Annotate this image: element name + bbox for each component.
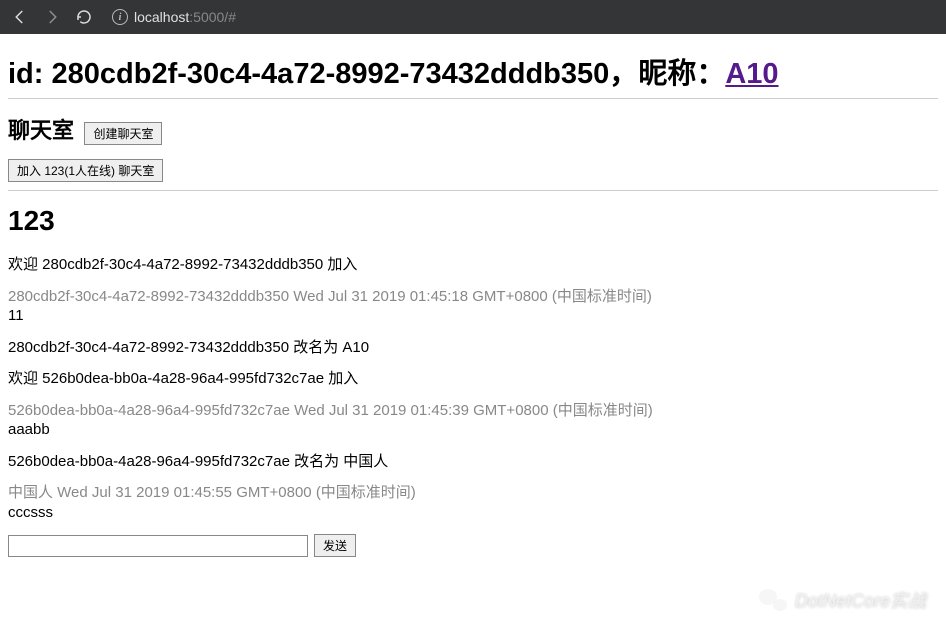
system-message: 欢迎 280cdb2f-30c4-4a72-8992-73432dddb350 … [8, 255, 938, 275]
chatroom-section: 聊天室 创建聊天室 [8, 113, 938, 145]
system-message: 280cdb2f-30c4-4a72-8992-73432dddb350 改名为… [8, 338, 938, 358]
id-value: 280cdb2f-30c4-4a72-8992-73432dddb350 [52, 58, 610, 90]
message-body: 11 [8, 306, 938, 326]
address-bar[interactable]: i localhost:5000/# [112, 9, 236, 25]
reload-button[interactable] [72, 5, 96, 29]
send-button[interactable]: 发送 [314, 534, 356, 557]
watermark: DotNetCore实战 [759, 587, 926, 613]
info-icon: i [112, 9, 128, 25]
message-meta: 280cdb2f-30c4-4a72-8992-73432dddb350 Wed… [8, 288, 652, 305]
forward-button[interactable] [40, 5, 64, 29]
message-meta: 526b0dea-bb0a-4a28-96a4-995fd732c7ae Wed… [8, 402, 653, 419]
watermark-text: DotNetCore实战 [795, 587, 926, 613]
input-row: 发送 [8, 534, 938, 557]
nickname-label: 昵称： [638, 58, 725, 90]
url-host: localhost [134, 9, 189, 25]
page-content: id: 280cdb2f-30c4-4a72-8992-73432dddb350… [0, 34, 946, 565]
divider [8, 190, 938, 191]
system-message: 欢迎 526b0dea-bb0a-4a28-96a4-995fd732c7ae … [8, 369, 938, 389]
message-body: cccsss [8, 503, 938, 523]
sep: ， [609, 58, 638, 90]
divider [8, 98, 938, 99]
chat-message: 中国人 Wed Jul 31 2019 01:45:55 GMT+0800 (中… [8, 483, 938, 522]
chat-message: 526b0dea-bb0a-4a28-96a4-995fd732c7ae Wed… [8, 401, 938, 440]
chat-message: 280cdb2f-30c4-4a72-8992-73432dddb350 Wed… [8, 287, 938, 326]
back-button[interactable] [8, 5, 32, 29]
nickname-link[interactable]: A10 [725, 58, 778, 90]
join-room-button[interactable]: 加入 123(1人在线) 聊天室 [8, 159, 163, 182]
create-room-button[interactable]: 创建聊天室 [84, 122, 162, 145]
browser-bar: i localhost:5000/# [0, 0, 946, 34]
message-body: aaabb [8, 420, 938, 440]
chat-input[interactable] [8, 535, 308, 557]
url-rest: :5000/# [189, 9, 236, 25]
system-message: 526b0dea-bb0a-4a28-96a4-995fd732c7ae 改名为… [8, 452, 938, 472]
id-label: id: [8, 58, 52, 90]
message-list: 欢迎 280cdb2f-30c4-4a72-8992-73432dddb350 … [8, 255, 938, 522]
chatroom-title: 聊天室 [8, 113, 74, 145]
page-title: id: 280cdb2f-30c4-4a72-8992-73432dddb350… [8, 50, 938, 92]
current-room-name: 123 [8, 205, 938, 237]
wechat-icon [759, 589, 787, 611]
message-meta: 中国人 Wed Jul 31 2019 01:45:55 GMT+0800 (中… [8, 484, 416, 501]
